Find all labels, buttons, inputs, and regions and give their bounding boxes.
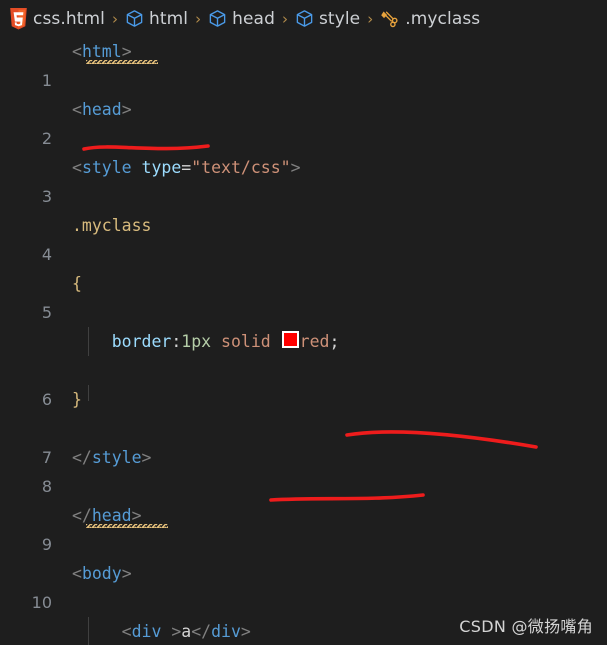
breadcrumb-separator: ›: [367, 9, 374, 28]
breadcrumb-label-style: style: [318, 8, 361, 29]
color-swatch[interactable]: [281, 331, 299, 348]
code-editor[interactable]: 1 <html> 2 <head> 3 <style type="text/cs…: [0, 37, 607, 645]
watermark: CSDN @微扬嘴角: [459, 617, 593, 636]
code-line: 7 }: [0, 385, 607, 467]
symbol-cube-icon: [125, 9, 144, 28]
breadcrumb-separator: ›: [281, 9, 288, 28]
breadcrumb-item-head[interactable]: head: [208, 9, 275, 29]
code-line: 3 <style type="text/css">: [0, 153, 607, 206]
line-number: 9: [41, 535, 52, 554]
line-number: 10: [31, 593, 52, 612]
html5-file-icon: [9, 7, 28, 30]
breadcrumb-item-file[interactable]: css.html: [9, 7, 105, 30]
code-line: 10 <body>: [0, 559, 607, 612]
breadcrumb-item-myclass[interactable]: .myclass: [380, 9, 480, 29]
indent-guide: [88, 385, 89, 401]
line-number: 2: [41, 129, 52, 148]
code-line: 5 {: [0, 269, 607, 322]
code-text[interactable]: <head>: [72, 95, 132, 124]
breadcrumb-label-myclass: .myclass: [405, 8, 481, 29]
breadcrumb: css.html › html › head › style › .myclas…: [0, 0, 607, 37]
line-number: 1: [41, 71, 52, 90]
breadcrumb-label-head: head: [232, 8, 275, 29]
breadcrumb-item-style[interactable]: style: [295, 9, 360, 29]
code-text[interactable]: {: [72, 269, 82, 298]
breadcrumb-separator: ›: [112, 9, 118, 28]
line-number: 5: [41, 303, 52, 322]
breadcrumb-separator: ›: [195, 9, 202, 28]
symbol-ruler-icon: [380, 9, 400, 28]
symbol-cube-icon: [208, 9, 227, 28]
code-line: 4 .myclass: [0, 211, 607, 264]
code-line: 2 <head>: [0, 95, 607, 148]
code-line: 1 <html>: [0, 37, 607, 90]
code-text[interactable]: </style>: [72, 443, 151, 472]
code-line: 6 border:1px solid red;: [0, 327, 607, 409]
breadcrumb-label-file: css.html: [33, 8, 105, 29]
code-line: 9 </head>: [0, 501, 607, 554]
code-text[interactable]: <body>: [72, 559, 132, 588]
line-number: 8: [41, 477, 52, 496]
code-text[interactable]: .myclass: [72, 211, 151, 240]
breadcrumb-item-html[interactable]: html: [125, 9, 188, 29]
code-text[interactable]: }: [72, 385, 82, 414]
code-line: 8 </style>: [0, 443, 607, 496]
code-text[interactable]: border:1px solid red;: [72, 327, 339, 356]
line-number: 3: [41, 187, 52, 206]
line-number: 4: [41, 245, 52, 264]
code-text[interactable]: <style type="text/css">: [72, 153, 301, 182]
error-squiggle: [86, 524, 168, 528]
symbol-cube-icon: [295, 9, 314, 28]
breadcrumb-label-html: html: [149, 8, 189, 29]
code-text[interactable]: <div >a</div>: [72, 617, 251, 645]
error-squiggle: [86, 60, 158, 64]
